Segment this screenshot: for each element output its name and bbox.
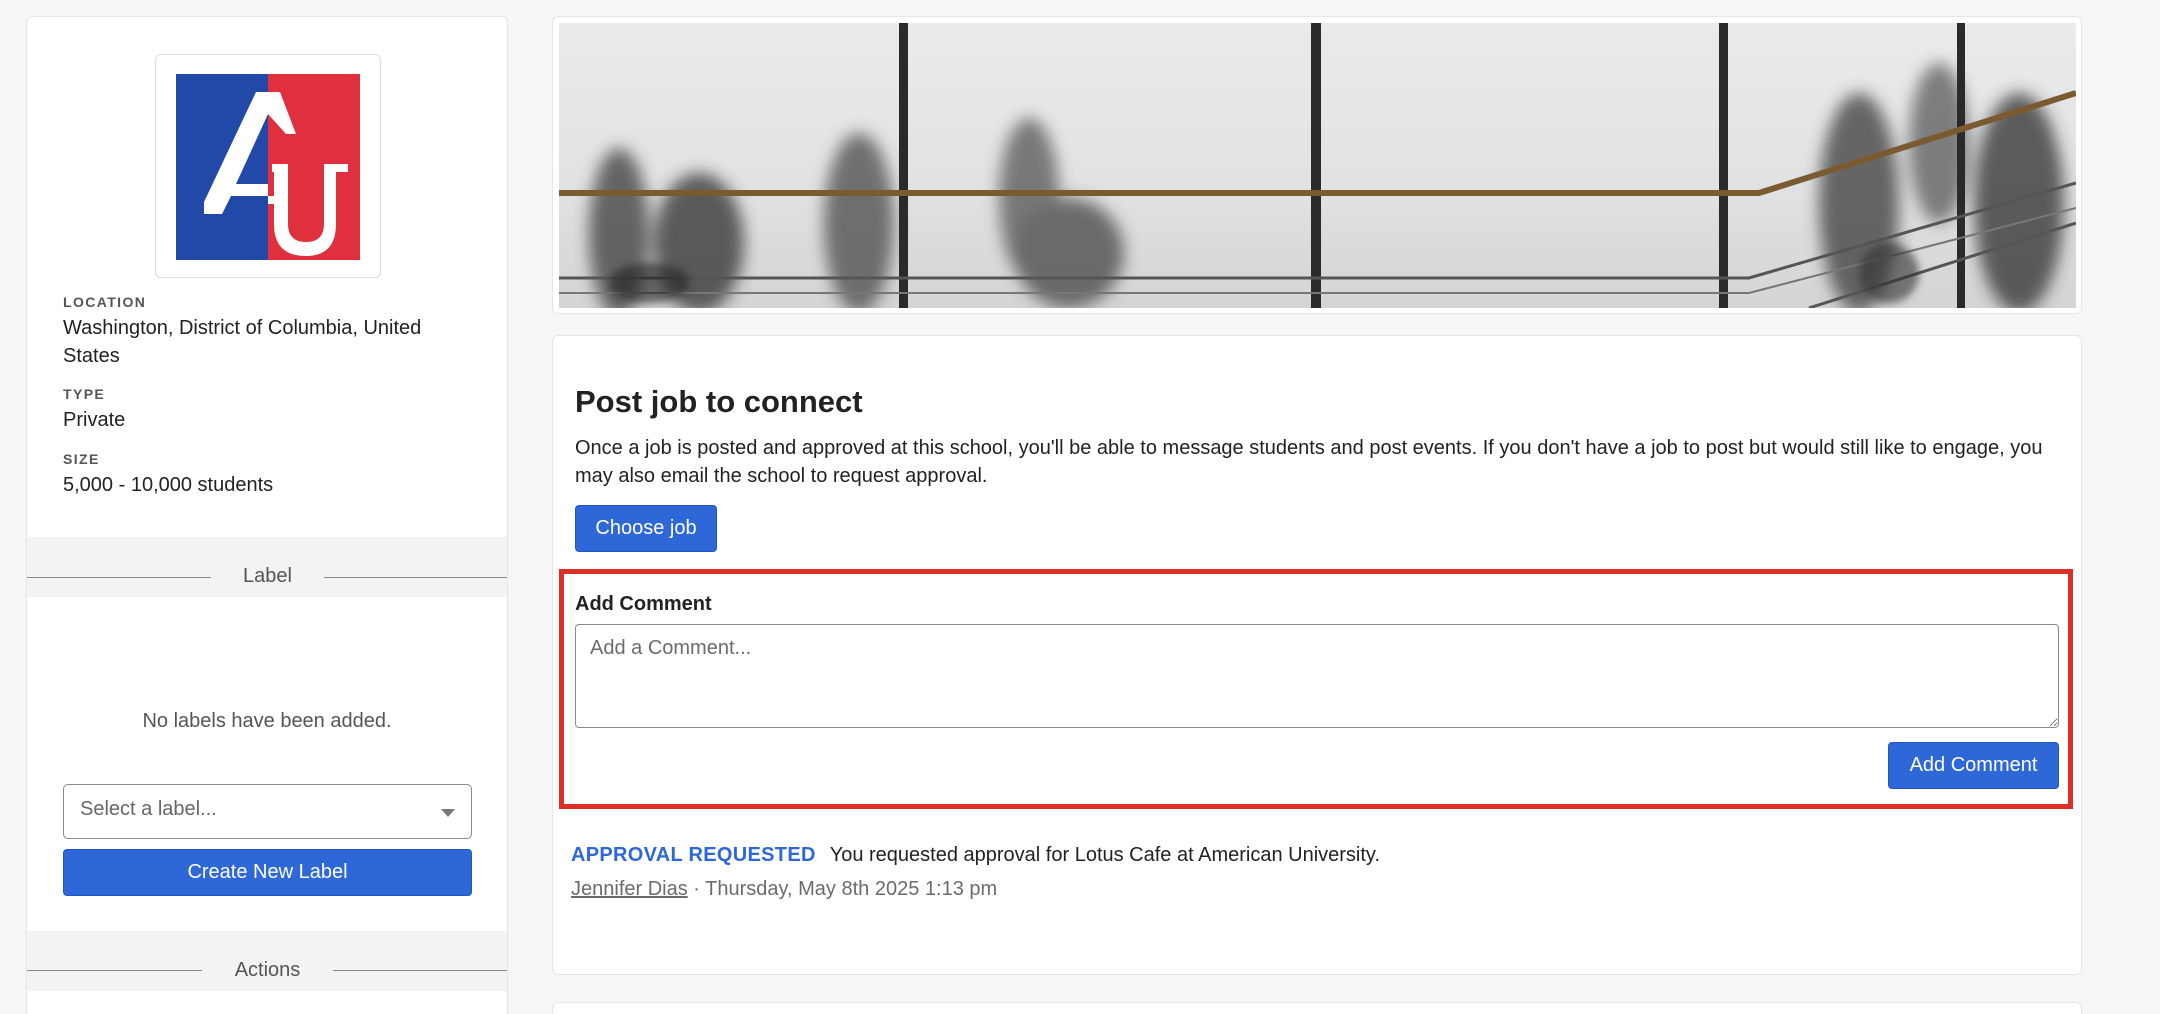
label-select-placeholder: Select a label... (80, 798, 217, 820)
label-select[interactable]: Select a label... (63, 784, 472, 839)
approval-status-badge: APPROVAL REQUESTED (571, 844, 816, 866)
activity-message: You requested approval for Lotus Cafe at… (829, 844, 1381, 866)
add-comment-heading: Add Comment (575, 593, 712, 615)
school-logo (155, 54, 381, 278)
staircase-photo (559, 23, 2076, 308)
no-labels-text: No labels have been added. (142, 710, 392, 732)
size-value: 5,000 - 10,000 students (63, 474, 274, 496)
chevron-down-icon (441, 809, 455, 817)
post-job-card: Post job to connect Once a job is posted… (552, 335, 2082, 975)
post-job-description: Once a job is posted and approved at thi… (575, 437, 2043, 487)
meta-separator: · (687, 878, 706, 900)
size-label: SIZE (63, 451, 100, 467)
banner-card (552, 16, 2082, 314)
actions-divider-right (333, 970, 507, 971)
label-section-title: Label (243, 565, 292, 587)
american-university-logo-icon (176, 74, 360, 260)
activity-timestamp: Thursday, May 8th 2025 1:13 pm (705, 878, 998, 900)
location-value: Washington, District of Columbia, United… (63, 317, 422, 367)
type-value: Private (63, 409, 126, 431)
size-info: SIZE 5,000 - 10,000 students (63, 451, 483, 499)
choose-job-button[interactable]: Choose job (575, 505, 717, 552)
activity-entry: APPROVAL REQUESTED You requested approval… (571, 844, 1380, 867)
actions-section-title: Actions (234, 959, 301, 981)
school-sidebar: LOCATION Washington, District of Columbi… (26, 16, 508, 1014)
divider-left (27, 577, 211, 578)
banner-image (559, 23, 2076, 308)
add-comment-button[interactable]: Add Comment (1888, 742, 2059, 789)
location-label: LOCATION (63, 294, 147, 310)
location-info: LOCATION Washington, District of Columbi… (63, 294, 483, 370)
post-job-title: Post job to connect (575, 384, 863, 419)
comment-textarea[interactable] (575, 624, 2059, 728)
activity-meta: Jennifer Dias · Thursday, May 8th 2025 1… (571, 878, 997, 901)
type-info: TYPE Private (63, 386, 483, 434)
next-card (552, 1002, 2082, 1014)
type-label: TYPE (63, 386, 106, 402)
divider-right (324, 577, 507, 578)
author-link[interactable]: Jennifer Dias (571, 878, 688, 900)
create-new-label-button[interactable]: Create New Label (63, 849, 472, 896)
add-comment-section: Add Comment Add Comment (559, 569, 2073, 809)
actions-divider-left (27, 970, 202, 971)
